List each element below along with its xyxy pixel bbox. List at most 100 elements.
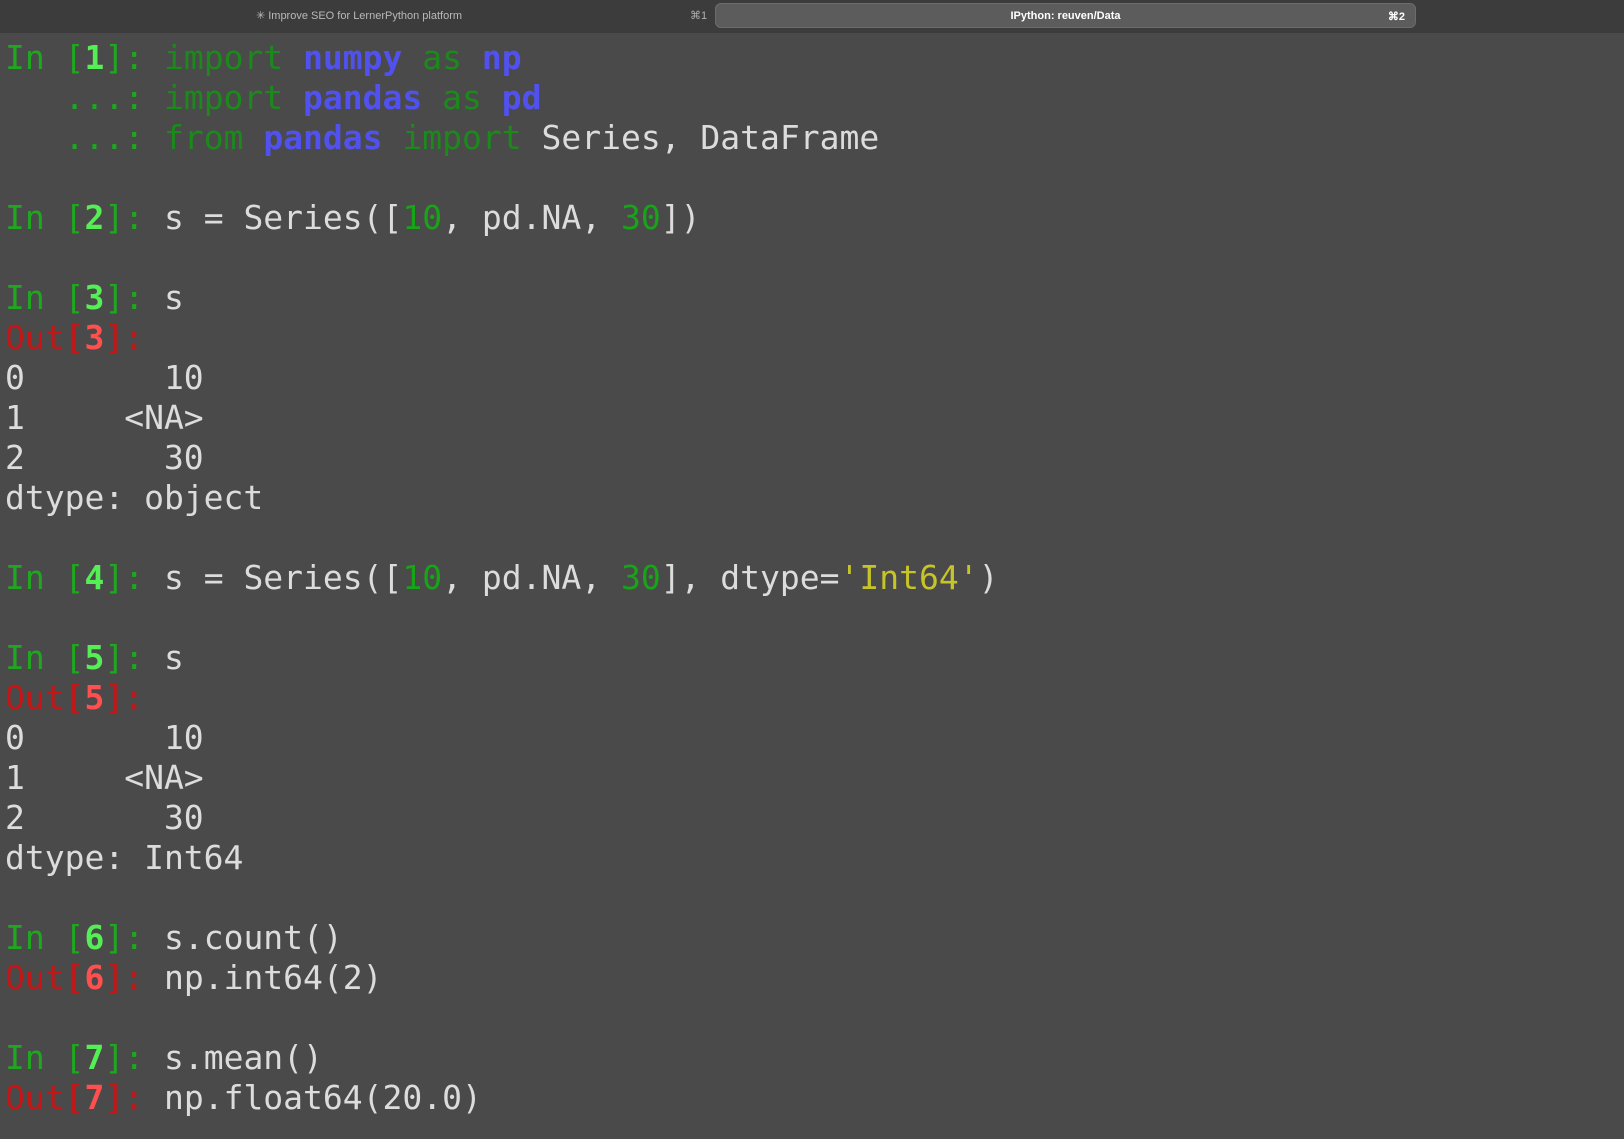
terminal-text: 0 10 [5,358,204,397]
terminal-text: In [ [5,638,85,677]
terminal-text: 30 [620,558,661,597]
terminal-text: np.int64(2) [163,958,383,997]
terminal-text: ]: [104,318,145,357]
tab-bar: ✳ Improve SEO for LernerPython platform ⌘… [0,0,1624,33]
terminal-line: In [1]: import numpy as np [5,38,1624,78]
terminal-text: Series, DataFrame [521,118,880,157]
terminal-line: 1 <NA> [5,758,1624,798]
terminal-text: as [422,38,463,77]
terminal-text: ]) [660,198,701,237]
terminal-text: Out[ [5,1078,85,1117]
terminal-text: s.count() [163,918,343,957]
terminal-text: Out[ [5,678,85,717]
terminal-text: as [442,78,482,117]
terminal-text: 'Int64' [839,558,979,597]
terminal-text: 1 [84,38,105,77]
terminal-line: In [6]: s.count() [5,918,1624,958]
terminal-text: ], dtype= [660,558,840,597]
terminal-text: np [481,38,522,77]
tab-title: ✳ Improve SEO for LernerPython platform [256,9,462,22]
terminal-text: 6 [84,918,105,957]
terminal-line: Out[3]: [5,318,1624,358]
terminal-text: s = Series([ [163,198,403,237]
terminal-text: 10 [402,558,443,597]
terminal-text: In [ [5,198,85,237]
terminal-text: Out[ [5,318,85,357]
terminal-text: ]: [104,1038,164,1077]
terminal-line: 2 30 [5,798,1624,838]
terminal-text: dtype: Int64 [5,838,244,877]
terminal-text: import [163,78,284,117]
terminal-line: In [2]: s = Series([10, pd.NA, 30]) [5,198,1624,238]
terminal-text: ]: [104,558,164,597]
terminal-text: ]: [104,278,164,317]
tab-shortcut: ⌘2 [1387,11,1405,23]
terminal-output[interactable]: In [1]: import numpy as np ...: import p… [5,38,1624,1139]
terminal-text: ]: [104,678,145,717]
terminal-text: 6 [84,958,105,997]
terminal-line: 2 30 [5,438,1624,478]
terminal-text: ]: [104,958,164,997]
terminal-text: Out[ [5,958,85,997]
terminal-text: In [ [5,38,85,77]
terminal-line: Out[6]: np.int64(2) [5,958,1624,998]
terminal-text: 7 [84,1078,105,1117]
terminal-line: Out[5]: [5,678,1624,718]
tab-label: IPython: reuven/Data [1010,10,1121,22]
terminal-line: 0 10 [5,358,1624,398]
tab-ipython[interactable]: IPython: reuven/Data ⌘2 [715,3,1416,28]
terminal-text: s [163,278,184,317]
terminal-line: Out[7]: np.float64(20.0) [5,1078,1624,1118]
terminal-text: , pd.NA, [442,558,621,597]
terminal-text: 4 [84,558,105,597]
terminal-text: In [ [5,278,85,317]
terminal-text: numpy [303,38,403,77]
spinner-icon: ✳ [256,10,266,22]
terminal-text: 7 [84,1038,105,1077]
terminal-text: s [163,638,184,677]
terminal-text: import [163,38,284,77]
terminal-text: ...: [5,78,164,117]
terminal-line: In [3]: s [5,278,1624,318]
terminal-text: 1 <NA> [5,758,204,797]
terminal-text: 2 [84,198,105,237]
terminal-text: s = Series([ [163,558,403,597]
terminal-text: 1 <NA> [5,398,204,437]
tab-label: Improve SEO for LernerPython platform [268,10,463,22]
terminal-text: In [ [5,918,85,957]
terminal-text: import [402,118,522,157]
terminal-text: 3 [84,278,105,317]
terminal-text: ]: [104,38,164,77]
terminal-text: ...: [5,118,164,157]
terminal-text: pd [501,78,542,117]
terminal-text: ]: [104,638,164,677]
terminal-text: ]: [104,198,164,237]
terminal-text: ]: [104,918,164,957]
terminal-text: 2 30 [5,798,204,837]
terminal-line: In [7]: s.mean() [5,1038,1624,1078]
terminal-text: np.float64(20.0) [163,1078,482,1117]
terminal-line: In [5]: s [5,638,1624,678]
terminal-text: In [ [5,1038,85,1077]
tab-shortcut: ⌘1 [690,10,708,22]
terminal-text: 2 30 [5,438,204,477]
terminal-text: s.mean() [163,1038,323,1077]
terminal-line: dtype: object [5,478,1624,518]
terminal-line: In [4]: s = Series([10, pd.NA, 30], dtyp… [5,558,1624,598]
terminal-text: pandas [263,118,383,157]
terminal-text: 10 [402,198,443,237]
tab-improve-seo[interactable]: ✳ Improve SEO for LernerPython platform ⌘… [0,3,714,28]
terminal-text: , pd.NA, [442,198,621,237]
terminal-text: dtype: object [5,478,264,517]
terminal-line: ...: import pandas as pd [5,78,1624,118]
